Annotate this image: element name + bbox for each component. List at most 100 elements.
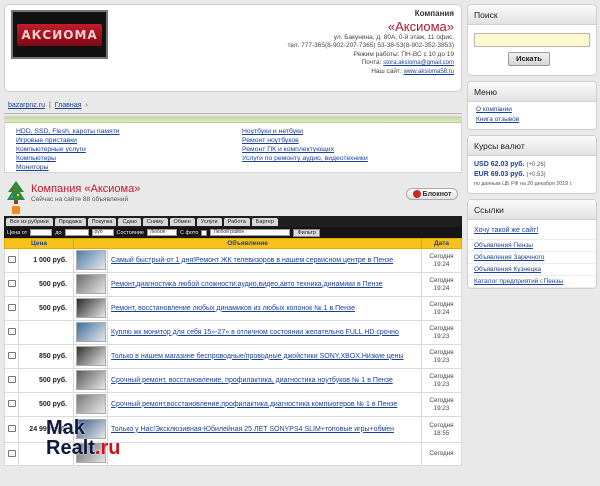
ad-thumbnail[interactable] (75, 273, 106, 294)
table-row[interactable]: 500 руб. Ремонт,диагностика любой сложнос… (4, 272, 462, 297)
link-want-site[interactable]: Хочу такой же сайт! (468, 222, 596, 240)
search-input[interactable] (474, 33, 590, 47)
notepad-icon[interactable] (7, 449, 16, 457)
menu-item-about[interactable]: О компании (476, 105, 590, 115)
row-icon-cell (4, 442, 19, 466)
category-link[interactable]: Игровые приставки (16, 136, 120, 145)
link-zarechny-ads[interactable]: Объявления Заречного (468, 252, 596, 264)
tab-rent-out[interactable]: Сдаю (118, 217, 141, 226)
category-link[interactable]: Компьютеры (16, 154, 120, 163)
tab-work[interactable]: Работа (223, 217, 250, 226)
categories-right: Ноутбуки и нетбуки Ремонт ноутбуков Ремо… (242, 127, 368, 163)
category-link[interactable]: Мониторы (16, 163, 120, 172)
table-row[interactable]: 500 руб. Срочный ремонт, восстановление, … (4, 368, 462, 393)
ad-title-link[interactable]: Срочный ремонт,восстановление,профилакти… (111, 401, 397, 408)
table-row[interactable]: 850 руб. Только в нашем магазине беспрово… (4, 344, 462, 369)
district-select[interactable]: Любой район (210, 229, 291, 236)
ad-date-cell: Сегодня 19:24 (421, 272, 462, 297)
ad-date: Сегодня (429, 252, 454, 260)
condition-select[interactable]: Любое (146, 229, 177, 236)
row-icon-cell (4, 248, 19, 273)
ad-thumb-cell (73, 368, 108, 393)
notepad-icon[interactable] (7, 280, 16, 287)
ad-title-link[interactable]: Ремонт, восстановление любых динамиков и… (111, 305, 355, 312)
company-banner: Компания «Аксиома» Сейчас на сайте 88 об… (4, 180, 462, 216)
ad-title-link[interactable]: Ремонт,диагностика любой сложности:аудио… (111, 281, 383, 288)
column-ad[interactable]: Объявление (73, 238, 422, 249)
filter-button[interactable]: Фильтр (293, 228, 320, 237)
category-link[interactable]: Компьютерные услуги (16, 145, 120, 154)
table-row[interactable]: Куплю жк монитор для себя 15»-27» в отли… (4, 320, 462, 345)
tab-rent-in[interactable]: Сниму (142, 217, 168, 226)
currency-row: USD 62.03 руб. (+0.26) (474, 160, 590, 170)
column-date[interactable]: Дата (421, 238, 462, 249)
table-row[interactable]: 500 руб. Ремонт, восстановление любых дин… (4, 296, 462, 321)
rss-icon[interactable] (12, 206, 20, 214)
tab-barter[interactable]: Бартер (251, 217, 278, 226)
row-icon-cell (4, 368, 19, 393)
ad-thumb-cell (73, 248, 108, 273)
photo-checkbox[interactable] (201, 229, 208, 236)
price-from-input[interactable] (30, 229, 53, 236)
ad-date-cell: Сегодня (421, 442, 462, 466)
ad-thumbnail[interactable] (75, 297, 106, 318)
ad-thumb-cell (73, 320, 108, 345)
ad-thumbnail[interactable] (75, 393, 106, 414)
email-link[interactable]: stora.aksioma@gmail.com (383, 60, 454, 66)
category-link[interactable]: Ремонт ПК и комплектующих (242, 145, 368, 154)
ad-thumbnail[interactable] (75, 249, 106, 270)
search-button[interactable]: Искать (508, 52, 550, 66)
site-link[interactable]: www.aksioma58.ru (404, 69, 454, 75)
notebook-button[interactable]: Блокнот (406, 188, 458, 200)
category-link[interactable]: HDD, SSD, Flesh, кароты памяти (16, 127, 120, 136)
ad-title-link[interactable]: Только у Нас!Эксклюзивная-Юбилейная 25 Л… (111, 426, 394, 433)
breadcrumb-home[interactable]: Главная (55, 102, 82, 109)
notepad-icon[interactable] (7, 352, 16, 359)
currency-value: 69.03 руб. (490, 171, 525, 178)
ad-title-link[interactable]: Самый быстрый-от 1 дня!Ремонт ЖК телевиз… (111, 257, 393, 264)
column-price[interactable]: Цена (4, 238, 74, 249)
currency-select[interactable]: руб (91, 229, 114, 236)
ad-date: Сегодня (429, 324, 454, 332)
ad-thumbnail[interactable] (75, 369, 106, 390)
ad-date: Сегодня (429, 421, 454, 429)
ad-thumbnail[interactable] (75, 321, 106, 342)
notepad-icon[interactable] (7, 256, 16, 263)
category-link[interactable]: Ремонт ноутбуков (242, 136, 368, 145)
notepad-icon[interactable] (7, 425, 16, 432)
email-label: Почта: (361, 59, 382, 66)
tab-buy[interactable]: Покупка (87, 217, 117, 226)
tab-all[interactable]: Все из рубрики (6, 217, 53, 226)
ad-thumb-cell (73, 344, 108, 369)
tab-services[interactable]: Услуги (196, 217, 222, 226)
ad-title-link[interactable]: Срочный ремонт, восстановление, профилак… (111, 377, 393, 384)
breadcrumb-site[interactable]: bazarpnz.ru (8, 102, 45, 109)
category-link[interactable]: Ноутбуки и нетбуки (242, 127, 368, 136)
ad-title-link[interactable]: Только в нашем магазине беспроводные/про… (111, 353, 404, 360)
notepad-icon[interactable] (7, 304, 16, 311)
menu-list: О компании Книга отзывов (468, 102, 596, 129)
ad-date: Сегодня (429, 348, 454, 356)
notepad-icon[interactable] (7, 328, 16, 335)
link-kuznetsk-ads[interactable]: Объявления Кузнецка (468, 264, 596, 276)
tab-exchange[interactable]: Обмен (169, 217, 195, 226)
ad-price: 500 руб. (18, 392, 74, 417)
table-row[interactable]: 1 000 руб. Самый быстрый-от 1 дня!Ремонт … (4, 248, 462, 273)
breadcrumb-sep: | (48, 102, 51, 109)
tab-sale[interactable]: Продажа (54, 217, 86, 226)
row-icon-cell (4, 344, 19, 369)
notepad-icon[interactable] (7, 376, 16, 383)
category-link[interactable]: Услуги по ремонту аудио, видеотехники (242, 154, 368, 163)
ad-thumb-cell (73, 272, 108, 297)
company-logo[interactable]: АКСИОМА (11, 10, 108, 59)
link-penza-ads[interactable]: Объявления Пензы (468, 240, 596, 252)
table-row[interactable]: 500 руб. Срочный ремонт,восстановление,пр… (4, 392, 462, 417)
price-to-input[interactable] (64, 229, 89, 236)
ad-title-cell: Куплю жк монитор для себя 15»-27» в отли… (107, 320, 422, 345)
ad-thumbnail[interactable] (75, 345, 106, 366)
notepad-icon[interactable] (7, 400, 16, 407)
menu-item-reviews[interactable]: Книга отзывов (476, 115, 590, 125)
link-catalog[interactable]: Каталог предприятий г.Пензы (468, 276, 596, 288)
currency-row: EUR 69.03 руб. (+0.53) (474, 170, 590, 180)
ad-title-link[interactable]: Куплю жк монитор для себя 15»-27» в отли… (111, 329, 399, 336)
